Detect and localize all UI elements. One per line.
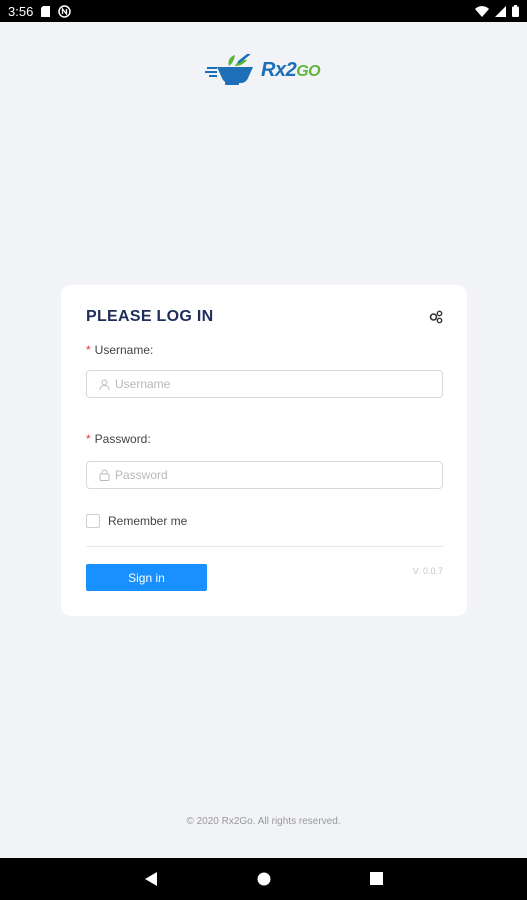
password-label: * Password: bbox=[86, 432, 151, 446]
login-card: PLEASE LOG IN *Username: *Password: Reme… bbox=[61, 285, 467, 616]
sign-in-button[interactable]: Sign in bbox=[86, 564, 207, 591]
login-title: PLEASE LOG IN bbox=[86, 308, 214, 325]
remember-checkbox[interactable] bbox=[86, 514, 100, 528]
sd-card-icon bbox=[41, 5, 51, 17]
remember-label: Remember me bbox=[108, 514, 188, 528]
settings-icon[interactable] bbox=[429, 310, 443, 324]
copyright-footer: © 2020 Rx2Go. All rights reserved. bbox=[186, 816, 341, 827]
divider bbox=[86, 546, 443, 547]
version-label: V. 0.0.7 bbox=[412, 566, 443, 576]
battery-icon bbox=[512, 5, 519, 17]
username-input[interactable] bbox=[115, 377, 415, 391]
status-time: 3:56 bbox=[8, 3, 34, 19]
home-icon[interactable] bbox=[257, 872, 271, 886]
signal-icon bbox=[495, 5, 506, 17]
mortar-pestle-icon bbox=[205, 54, 253, 85]
user-icon bbox=[99, 379, 110, 390]
rx2go-logo: Rx2GO bbox=[205, 52, 325, 88]
logo-wordmark: Rx2GO bbox=[261, 58, 321, 81]
wifi-icon bbox=[475, 5, 489, 17]
remember-me[interactable]: Remember me bbox=[86, 514, 187, 528]
required-marker: * bbox=[86, 343, 91, 357]
password-field[interactable] bbox=[86, 461, 443, 489]
navigation-bar bbox=[0, 858, 527, 900]
back-icon[interactable] bbox=[145, 872, 157, 886]
lock-icon bbox=[99, 469, 110, 481]
username-field[interactable] bbox=[86, 370, 443, 398]
password-input[interactable] bbox=[115, 468, 415, 482]
username-label: * Username: bbox=[86, 343, 154, 357]
n-notification-icon bbox=[58, 4, 72, 18]
required-marker: * bbox=[86, 432, 91, 446]
status-bar: 3:56 bbox=[0, 0, 527, 22]
recents-icon[interactable] bbox=[370, 872, 383, 885]
